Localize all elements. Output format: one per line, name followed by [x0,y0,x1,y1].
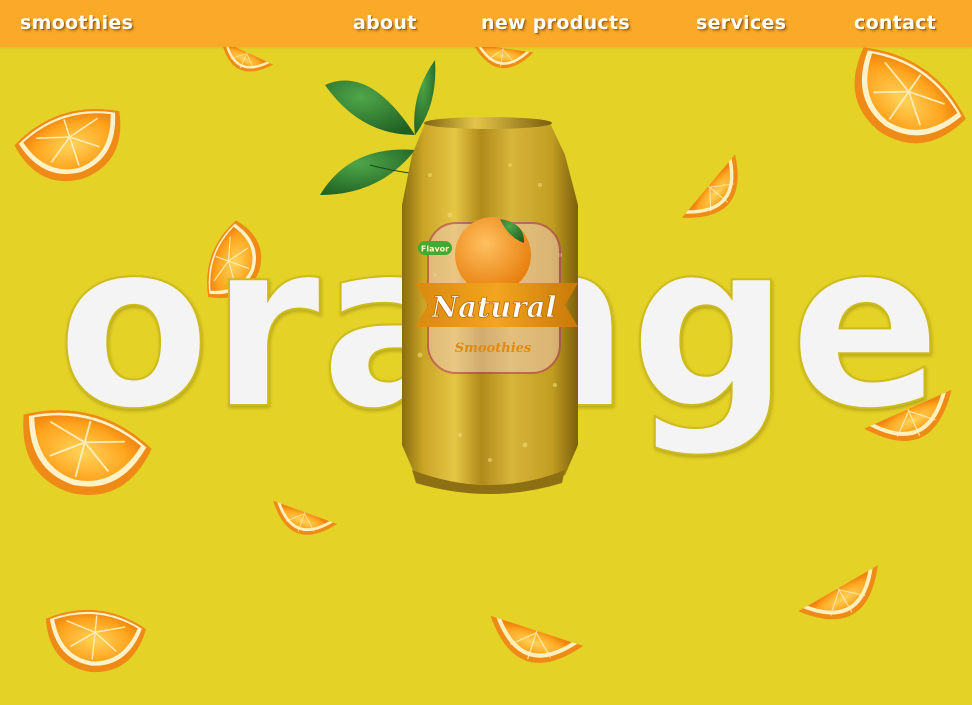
orange-slice-image [468,605,590,704]
product-can-image: Flavor Natural Smoothies [310,55,590,500]
can-brand-text: Natural [431,290,557,324]
flavor-badge: Flavor [421,245,449,254]
nav-services[interactable]: services [696,0,786,47]
top-navbar: smoothies about new products services co… [0,0,972,47]
orange-slice-image [2,80,141,206]
orange-slice-image [786,548,914,669]
logo-link[interactable]: smoothies [20,0,133,47]
nav-contact[interactable]: contact [854,0,936,47]
nav-about[interactable]: about [353,0,417,47]
orange-slice-image [38,595,150,681]
nav-new-products[interactable]: new products [481,0,630,47]
can-subtitle-text: Smoothies [455,341,532,356]
